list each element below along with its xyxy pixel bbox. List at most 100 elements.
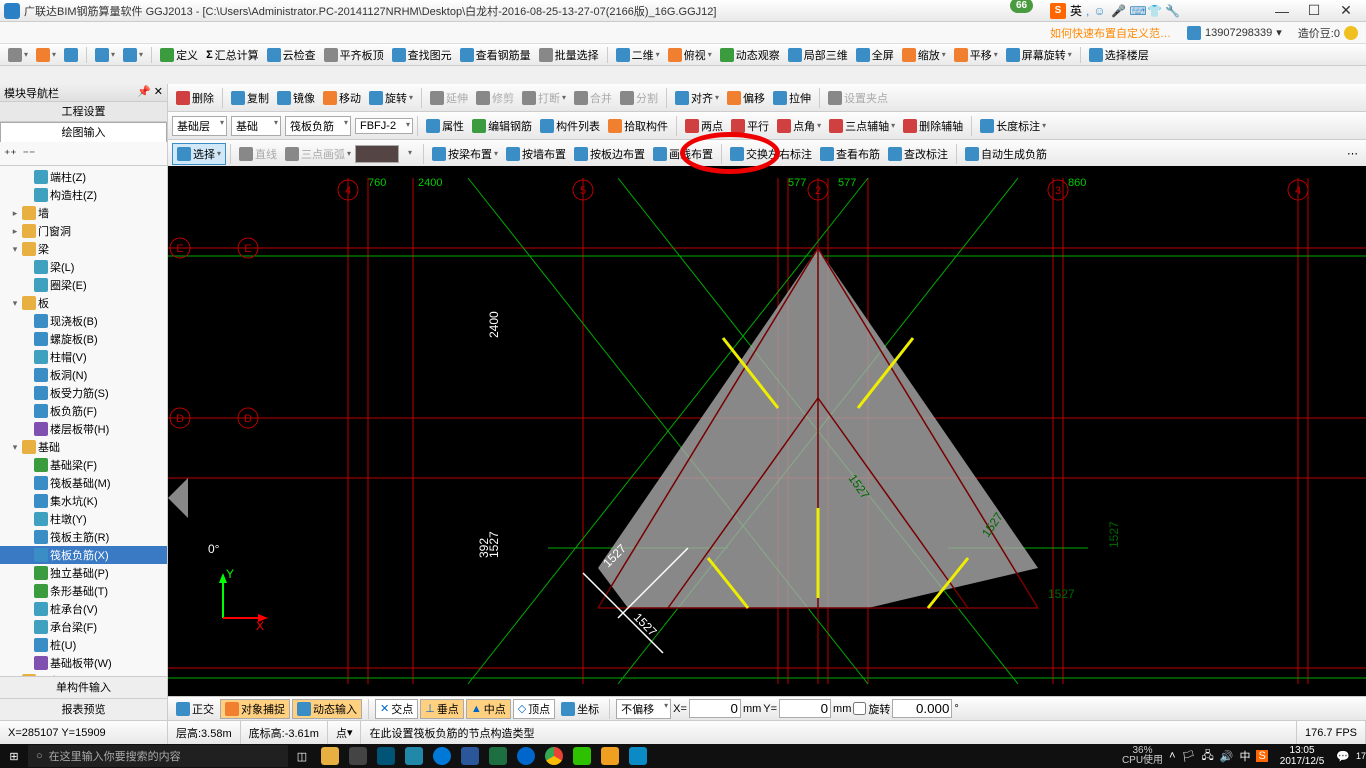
tree-item[interactable]: 端柱(Z) bbox=[0, 168, 167, 186]
trim-button[interactable]: 修剪 bbox=[472, 88, 518, 108]
tree-item[interactable]: 柱墩(Y) bbox=[0, 510, 167, 528]
person-icon[interactable]: 👕 bbox=[1147, 4, 1161, 18]
delete-aux-button[interactable]: 删除辅轴 bbox=[899, 116, 967, 136]
tree-item[interactable]: 楼层板带(H) bbox=[0, 420, 167, 438]
app-note[interactable] bbox=[596, 744, 624, 768]
expand-icon[interactable]: ⁺⁺ bbox=[4, 147, 17, 161]
tree-item[interactable]: 承台梁(F) bbox=[0, 618, 167, 636]
single-component-button[interactable]: 单构件输入 bbox=[0, 676, 167, 698]
mirror-button[interactable]: 镜像 bbox=[273, 88, 319, 108]
tree-item[interactable]: 梁(L) bbox=[0, 258, 167, 276]
coord-button[interactable]: 坐标 bbox=[557, 699, 603, 719]
drawing-canvas[interactable]: 2400 1527 1527 392 1527 1527 1527 1527 1… bbox=[168, 166, 1366, 696]
smile-icon[interactable]: ☺ bbox=[1093, 4, 1107, 18]
app-wechat[interactable] bbox=[568, 744, 596, 768]
batch-select-button[interactable]: 批量选择 bbox=[535, 45, 603, 65]
keyboard-icon[interactable]: ⌨ bbox=[1129, 4, 1143, 18]
pan-button[interactable]: 平移▾ bbox=[950, 45, 1002, 65]
line-place-button[interactable]: 画线布置 bbox=[649, 144, 717, 164]
select-tool-button[interactable]: 选择▾ bbox=[172, 143, 226, 165]
app-excel[interactable] bbox=[484, 744, 512, 768]
top-view-button[interactable]: 俯视▾ bbox=[664, 45, 716, 65]
taskbar-search[interactable]: ○ 在这里输入你要搜索的内容 bbox=[28, 745, 288, 767]
copy-button[interactable]: 复制 bbox=[227, 88, 273, 108]
panel-pin-icon[interactable]: 📌 ✕ bbox=[137, 85, 163, 100]
tray-up-icon[interactable]: ˄ bbox=[1169, 750, 1175, 762]
point-mode[interactable]: 点 ▾ bbox=[328, 721, 362, 744]
collapse-icon[interactable]: ⁻⁻ bbox=[23, 147, 36, 161]
point-angle-button[interactable]: 点角▾ bbox=[773, 116, 825, 136]
edit-dim-button[interactable]: 查改标注 bbox=[884, 144, 952, 164]
view-rebar-layout-button[interactable]: 查看布筋 bbox=[816, 144, 884, 164]
tree-item[interactable]: 螺旋板(B) bbox=[0, 330, 167, 348]
app-chrome[interactable] bbox=[540, 744, 568, 768]
app-explorer[interactable] bbox=[316, 744, 344, 768]
extend-button[interactable]: 延伸 bbox=[426, 88, 472, 108]
cpu-meter[interactable]: 36%CPU使用 bbox=[1122, 746, 1163, 766]
by-wall-button[interactable]: 按墙布置 bbox=[502, 144, 570, 164]
app-ie[interactable] bbox=[512, 744, 540, 768]
sogou-icon[interactable]: S bbox=[1050, 3, 1066, 19]
2d-button[interactable]: 二维▾ bbox=[612, 45, 664, 65]
length-dim-button[interactable]: 长度标注▾ bbox=[976, 116, 1050, 136]
category-select[interactable]: 基础 bbox=[231, 116, 281, 136]
tree-item[interactable]: 筏板主筋(R) bbox=[0, 528, 167, 546]
dyn-input-button[interactable]: 动态输入 bbox=[292, 699, 362, 719]
help-link[interactable]: 如何快速布置自定义范… bbox=[1050, 25, 1171, 41]
mic-icon[interactable]: 🎤 bbox=[1111, 4, 1125, 18]
select-floor-button[interactable]: 选择楼层 bbox=[1085, 45, 1153, 65]
tree-item[interactable]: ▾板 bbox=[0, 294, 167, 312]
tree-item[interactable]: 现浇板(B) bbox=[0, 312, 167, 330]
cloud-check-button[interactable]: 云检查 bbox=[263, 45, 320, 65]
find-element-button[interactable]: 查找图元 bbox=[388, 45, 456, 65]
y-offset-input[interactable] bbox=[779, 699, 831, 718]
align-button[interactable]: 对齐▾ bbox=[671, 88, 723, 108]
ortho-button[interactable]: 正交 bbox=[172, 699, 218, 719]
redo-button[interactable]: ▾ bbox=[119, 46, 147, 64]
offset-mode-select[interactable]: 不偏移 bbox=[616, 699, 671, 719]
tree-item[interactable]: 筏板基础(M) bbox=[0, 474, 167, 492]
save-button[interactable] bbox=[60, 46, 82, 64]
delete-button[interactable]: 删除 bbox=[172, 88, 218, 108]
three-aux-button[interactable]: 三点辅轴▾ bbox=[825, 116, 899, 136]
tree-item[interactable]: ▾基础 bbox=[0, 438, 167, 456]
x-offset-input[interactable] bbox=[689, 699, 741, 718]
report-preview-button[interactable]: 报表预览 bbox=[0, 698, 167, 720]
color-swatch[interactable] bbox=[355, 145, 399, 163]
osnap-button[interactable]: 对象捕捉 bbox=[220, 699, 290, 719]
swap-lr-button[interactable]: 交换左右标注 bbox=[726, 144, 816, 164]
screen-rotate-button[interactable]: 屏幕旋转▾ bbox=[1002, 45, 1076, 65]
wrench-icon[interactable]: 🔧 bbox=[1165, 4, 1179, 18]
fullscreen-button[interactable]: 全屏 bbox=[852, 45, 898, 65]
close-button[interactable]: ✕ bbox=[1338, 3, 1354, 19]
rotate-button[interactable]: 旋转▾ bbox=[365, 88, 417, 108]
parallel-button[interactable]: 平行 bbox=[727, 116, 773, 136]
tree-item[interactable]: 板洞(N) bbox=[0, 366, 167, 384]
tree-item[interactable]: 集水坑(K) bbox=[0, 492, 167, 510]
app-ggj[interactable] bbox=[624, 744, 652, 768]
count-badge[interactable]: 66 bbox=[1010, 0, 1033, 13]
rotate-input[interactable] bbox=[892, 699, 952, 718]
edit-rebar-button[interactable]: 编辑钢筋 bbox=[468, 116, 536, 136]
properties-button[interactable]: 属性 bbox=[422, 116, 468, 136]
zoom-button[interactable]: 缩放▾ bbox=[898, 45, 950, 65]
rotate-checkbox[interactable] bbox=[853, 702, 866, 715]
line-tool-button[interactable]: 直线 bbox=[235, 144, 281, 164]
user-info[interactable]: 13907298339▾ bbox=[1187, 26, 1282, 40]
tree-item[interactable]: 桩(U) bbox=[0, 636, 167, 654]
perp-button[interactable]: ⊥垂点 bbox=[420, 699, 464, 719]
tree-item[interactable]: 板负筋(F) bbox=[0, 402, 167, 420]
arc-tool-button[interactable]: 三点画弧▾ bbox=[281, 144, 355, 164]
maximize-button[interactable]: ☐ bbox=[1306, 3, 1322, 19]
ime-lang[interactable]: 英 bbox=[1070, 2, 1082, 19]
app-edge[interactable] bbox=[372, 744, 400, 768]
orbit-button[interactable]: 动态观察 bbox=[716, 45, 784, 65]
tray-vol-icon[interactable]: 🔊 bbox=[1220, 750, 1234, 763]
two-points-button[interactable]: 两点 bbox=[681, 116, 727, 136]
task-view-button[interactable]: ◫ bbox=[288, 744, 316, 768]
mid-button[interactable]: ▲中点 bbox=[466, 699, 511, 719]
tray-net-icon[interactable]: 🖧 bbox=[1201, 747, 1213, 766]
item-select[interactable]: FBFJ-2 bbox=[355, 118, 413, 134]
offset-button[interactable]: 偏移 bbox=[723, 88, 769, 108]
intersect-button[interactable]: ✕交点 bbox=[375, 699, 418, 719]
